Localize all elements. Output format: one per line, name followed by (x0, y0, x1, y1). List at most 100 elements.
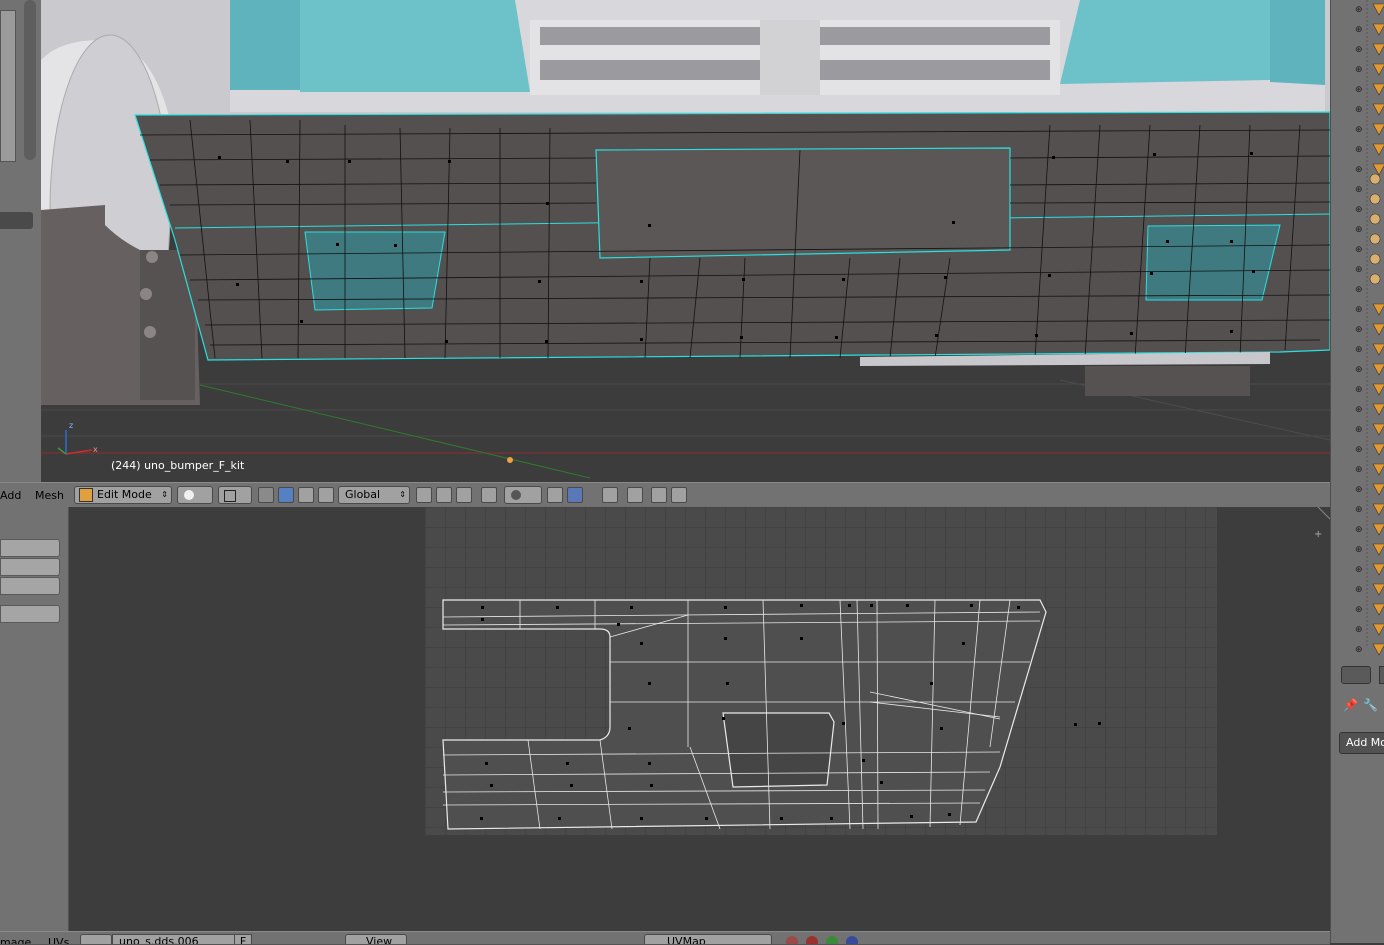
outliner-object-icon[interactable] (1372, 463, 1384, 476)
properties-panel[interactable]: 📌 🔧 Add Mod (1330, 660, 1384, 943)
outliner-object-icon[interactable] (1372, 383, 1384, 396)
uv-tool-button-4[interactable] (0, 605, 60, 623)
outliner-object-icon[interactable] (1372, 43, 1384, 56)
outliner-object-icon[interactable] (1372, 543, 1384, 556)
menu-image[interactable]: mage (0, 936, 31, 944)
outliner-expand-icon[interactable]: ⊕ (1355, 545, 1363, 555)
outliner-object-icon[interactable] (1372, 103, 1384, 116)
outliner-expand-icon[interactable]: ⊕ (1355, 405, 1363, 415)
outliner-expand-icon[interactable]: ⊕ (1355, 585, 1363, 595)
outliner-object-icon[interactable] (1372, 423, 1384, 436)
outliner-expand-icon[interactable]: ⊕ (1355, 165, 1363, 175)
manipulator-scale-icon[interactable] (318, 487, 334, 503)
outliner-object-icon[interactable] (1372, 523, 1384, 536)
outliner-expand-icon[interactable]: ⊕ (1355, 285, 1363, 295)
image-browse-icon[interactable] (80, 934, 112, 944)
outliner-expand-icon[interactable]: ⊕ (1355, 485, 1363, 495)
properties-context-select[interactable] (1341, 666, 1371, 684)
snap-icon[interactable] (567, 487, 583, 503)
outliner-lamp-icon[interactable] (1369, 213, 1381, 225)
outliner-expand-icon[interactable]: ⊕ (1355, 565, 1363, 575)
outliner-object-icon[interactable] (1372, 443, 1384, 456)
outliner-object-icon[interactable] (1372, 603, 1384, 616)
uv-toolshelf[interactable] (0, 507, 69, 931)
outliner-object-icon[interactable] (1372, 643, 1384, 656)
outliner-expand-icon[interactable]: ⊕ (1355, 605, 1363, 615)
pivot-select[interactable] (218, 486, 252, 504)
outliner-object-icon[interactable] (1372, 323, 1384, 336)
outliner-object-icon[interactable] (1372, 503, 1384, 516)
outliner-expand-icon[interactable]: ⊕ (1355, 465, 1363, 475)
render-icon[interactable] (651, 487, 667, 503)
outliner-object-icon[interactable] (1372, 163, 1384, 176)
channel-b-icon[interactable] (846, 936, 858, 944)
pin-icon[interactable]: 📌 (1343, 698, 1358, 712)
edge-select-icon[interactable] (436, 487, 452, 503)
image-fake-user[interactable]: F (234, 934, 252, 944)
outliner-lamp-icon[interactable] (1369, 273, 1381, 285)
outliner-expand-icon[interactable]: ⊕ (1355, 345, 1363, 355)
outliner-object-icon[interactable] (1372, 363, 1384, 376)
outliner-expand-icon[interactable]: ⊕ (1355, 25, 1363, 35)
outliner[interactable]: ⊕ ⊕ ⊕ ⊕ ⊕ ⊕ ⊕ ⊕ ⊕ ⊕ ⊕ ⊕ ⊕ ⊕ ⊕ ⊕ ⊕ ⊕ ⊕ ⊕ ⊕ ⊕ ⊕ ⊕ ⊕ ⊕ ⊕ ⊕ ⊕ ⊕ ⊕ ⊕ ⊕ (1330, 0, 1384, 660)
outliner-expand-icon[interactable]: ⊕ (1355, 65, 1363, 75)
outliner-object-icon[interactable] (1372, 623, 1384, 636)
outliner-expand-icon[interactable]: ⊕ (1355, 525, 1363, 535)
layer-icon[interactable] (627, 487, 643, 503)
toolshelf-scrollbar[interactable] (24, 0, 36, 160)
proportional-edit-select[interactable] (504, 486, 542, 504)
viewport-toolshelf[interactable] (0, 0, 41, 482)
outliner-lamp-icon[interactable] (1369, 253, 1381, 265)
limit-selection-icon[interactable] (481, 487, 497, 503)
mode-select[interactable]: Edit Mode ⇕ (74, 486, 172, 504)
lock-icon[interactable] (876, 936, 888, 944)
outliner-expand-icon[interactable]: ⊕ (1355, 325, 1363, 335)
outliner-expand-icon[interactable]: ⊕ (1355, 185, 1363, 195)
outliner-expand-icon[interactable]: ⊕ (1355, 365, 1363, 375)
outliner-expand-icon[interactable]: ⊕ (1355, 5, 1363, 15)
outliner-lamp-icon[interactable] (1369, 193, 1381, 205)
outliner-expand-icon[interactable]: ⊕ (1355, 305, 1363, 315)
channel-red-icon[interactable] (786, 936, 798, 944)
image-name-field[interactable]: uno_s.dds.006 (112, 934, 240, 944)
uv-tool-button-3[interactable] (0, 577, 60, 595)
outliner-object-icon[interactable] (1372, 483, 1384, 496)
properties-search[interactable] (1379, 666, 1384, 684)
viewport-shading-select[interactable] (177, 486, 213, 504)
orientation-select[interactable]: Global ⇕ (338, 486, 410, 504)
outliner-object-icon[interactable] (1372, 3, 1384, 16)
toolshelf-dropdown[interactable] (0, 212, 33, 229)
outliner-expand-icon[interactable]: ⊕ (1355, 625, 1363, 635)
outliner-object-icon[interactable] (1372, 23, 1384, 36)
outliner-expand-icon[interactable]: ⊕ (1355, 505, 1363, 515)
outliner-object-icon[interactable] (1372, 343, 1384, 356)
outliner-expand-icon[interactable]: ⊕ (1355, 385, 1363, 395)
proportional-falloff-icon[interactable] (547, 487, 563, 503)
uv-image-editor[interactable] (0, 507, 1330, 931)
outliner-expand-icon[interactable]: ⊕ (1355, 445, 1363, 455)
manipulator-rotate-icon[interactable] (298, 487, 314, 503)
outliner-expand-icon[interactable]: ⊕ (1355, 425, 1363, 435)
uv-tool-button-2[interactable] (0, 558, 60, 576)
outliner-expand-icon[interactable]: ⊕ (1355, 45, 1363, 55)
channel-r-icon[interactable] (806, 936, 818, 944)
outliner-expand-icon[interactable]: ⊕ (1355, 125, 1363, 135)
outliner-lamp-icon[interactable] (1369, 233, 1381, 245)
manipulator-toggle-icon[interactable] (258, 487, 274, 503)
outliner-object-icon[interactable] (1372, 63, 1384, 76)
add-region-icon[interactable]: + (1314, 529, 1326, 541)
outliner-expand-icon[interactable]: ⊕ (1355, 645, 1363, 655)
outliner-expand-icon[interactable]: ⊕ (1355, 105, 1363, 115)
toolshelf-tabs[interactable] (0, 10, 16, 162)
menu-add[interactable]: Add (0, 489, 21, 502)
outliner-expand-icon[interactable]: ⊕ (1355, 225, 1363, 235)
outliner-expand-icon[interactable]: ⊕ (1355, 145, 1363, 155)
outliner-object-icon[interactable] (1372, 403, 1384, 416)
menu-mesh[interactable]: Mesh (35, 489, 64, 502)
outliner-object-icon[interactable] (1372, 123, 1384, 136)
snap-target-icon[interactable] (602, 487, 618, 503)
outliner-object-icon[interactable] (1372, 143, 1384, 156)
outliner-lamp-icon[interactable] (1369, 173, 1381, 185)
channel-g-icon[interactable] (826, 936, 838, 944)
manipulator-translate-icon[interactable] (278, 487, 294, 503)
